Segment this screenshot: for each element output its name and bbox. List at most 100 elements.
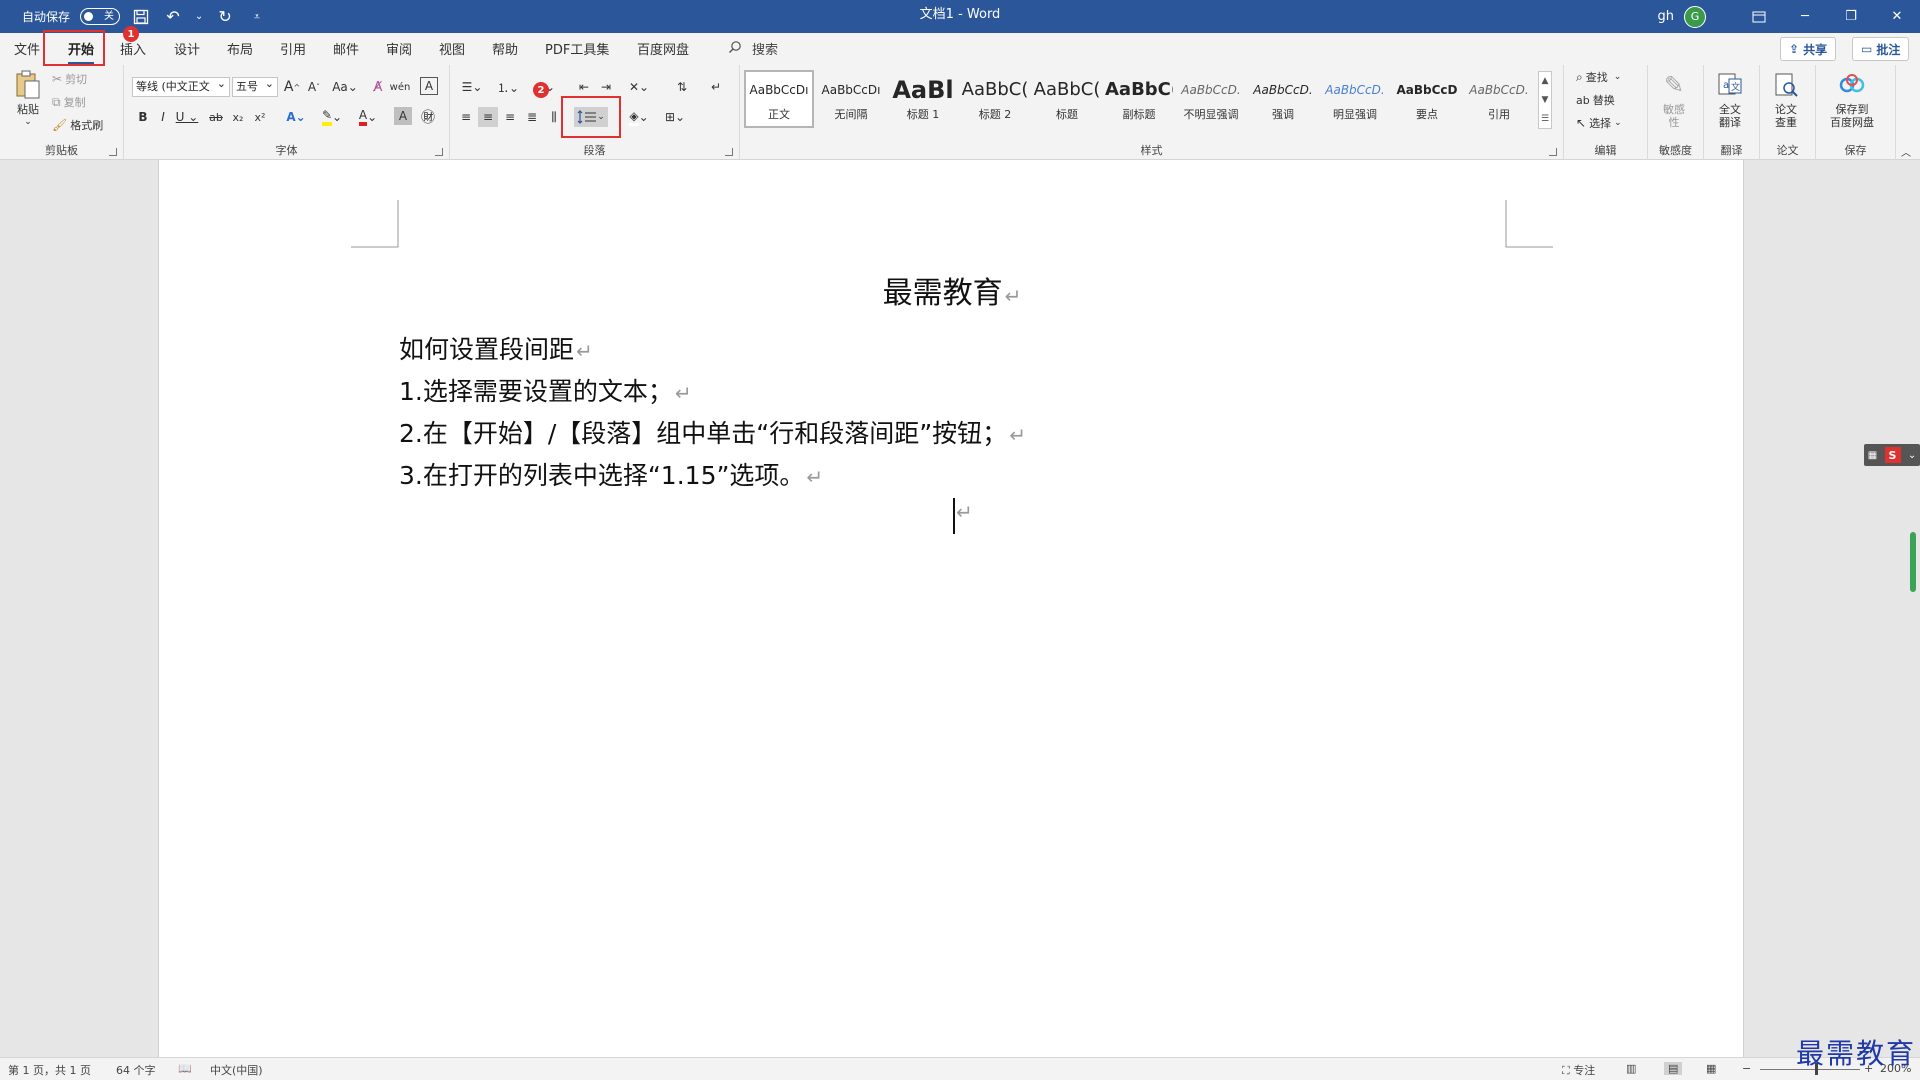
web-layout-icon[interactable]: ▦ (1706, 1062, 1716, 1075)
paste-button[interactable]: 粘贴 ⌄ (12, 69, 44, 129)
highlight-color-icon[interactable]: ✎ ⌄ (318, 107, 346, 127)
document-page[interactable]: 最需教育 ↵ 如何设置段间距 ↵ 1.选择需要设置的文本； ↵ 2.在【开始】/【段落… (158, 160, 1744, 1057)
sort-icon[interactable]: ⇅ (672, 77, 692, 97)
style-subtitle[interactable]: AaBbC( 副标题 (1104, 70, 1174, 128)
comments-button[interactable]: ▭ 批注 (1852, 37, 1910, 61)
proofing-icon[interactable]: 📖 (178, 1062, 192, 1075)
clipboard-dialog-launcher[interactable] (109, 148, 117, 156)
read-mode-icon[interactable]: ▥ (1626, 1062, 1636, 1075)
redo-icon[interactable]: ↻ (214, 6, 236, 28)
increase-indent-icon[interactable]: ⇥ (596, 77, 616, 97)
text-effects-icon[interactable]: A⌄ (282, 107, 310, 127)
tab-baidu-netdisk[interactable]: 百度网盘 (637, 39, 689, 61)
align-center-icon[interactable]: ≡ (478, 107, 498, 127)
show-formatting-icon[interactable]: ↵ (706, 77, 726, 97)
paste-dropdown-icon[interactable]: ⌄ (24, 116, 32, 129)
customize-toolbar-icon[interactable]: ⩡ (246, 6, 268, 28)
shading-icon[interactable]: ◈ ⌄ (624, 107, 654, 127)
font-dialog-launcher[interactable] (435, 148, 443, 156)
tab-review[interactable]: 审阅 (386, 39, 412, 61)
restore-icon[interactable]: ❐ (1828, 0, 1874, 33)
autosave-toggle[interactable]: 关 (80, 8, 121, 25)
character-shading-icon[interactable]: A (394, 107, 412, 125)
gallery-more-icon[interactable]: ☰ (1541, 114, 1549, 124)
style-gallery-scroll[interactable]: ▲ ▼ ☰ (1538, 71, 1552, 129)
paragraph-dialog-launcher[interactable] (725, 148, 733, 156)
decrease-indent-icon[interactable]: ⇤ (574, 77, 594, 97)
avatar[interactable]: G (1684, 5, 1706, 28)
focus-mode-button[interactable]: ⛶ 专注 (1562, 1062, 1595, 1078)
vertical-scrollbar-thumb[interactable] (1910, 532, 1916, 592)
phonetic-guide-icon[interactable]: wén (390, 77, 411, 97)
tab-home[interactable]: 开始 (68, 39, 95, 65)
paper-check-button[interactable]: 论文 查重 (1770, 69, 1802, 129)
character-border-icon[interactable]: A (420, 77, 438, 95)
copy-button[interactable]: ⧉ 复制 (52, 94, 86, 110)
document-line-1[interactable]: 如何设置段间距 ↵ (399, 330, 593, 366)
share-button[interactable]: ⇪ 共享 (1780, 37, 1837, 61)
subscript-icon[interactable]: x₂ (228, 107, 248, 127)
style-emphasis[interactable]: AaBbCcD. 强调 (1248, 70, 1318, 128)
format-painter-button[interactable]: 🖌 格式刷 (52, 117, 103, 133)
page-count[interactable]: 第 1 页，共 1 页 (8, 1062, 91, 1078)
grow-font-icon[interactable]: A ^ (282, 77, 302, 97)
print-layout-icon[interactable]: ▤ (1664, 1062, 1683, 1075)
align-right-icon[interactable]: ≡ (500, 107, 520, 127)
bold-icon[interactable]: B (134, 107, 152, 127)
document-line-2[interactable]: 1.选择需要设置的文本； ↵ (399, 372, 692, 408)
shrink-font-icon[interactable]: Aˇ (304, 77, 324, 97)
find-button[interactable]: ⌕ 查找 ⌄ (1576, 69, 1621, 85)
font-size-select[interactable]: 五号 (232, 77, 278, 97)
document-heading[interactable]: 最需教育 ↵ (159, 268, 1745, 312)
italic-icon[interactable]: I (154, 107, 172, 127)
full-translate-button[interactable]: a文 全文 翻译 (1714, 69, 1746, 129)
underline-icon[interactable]: U ⌄ (174, 107, 200, 127)
distributed-icon[interactable]: ⫼ (544, 107, 564, 127)
gallery-up-icon[interactable]: ▲ (1542, 76, 1549, 86)
font-color-icon[interactable]: A ⌄ (354, 107, 382, 127)
change-case-icon[interactable]: Aa⌄ (330, 77, 360, 97)
tab-insert[interactable]: 插入 (120, 39, 146, 61)
document-line-3[interactable]: 2.在【开始】/【段落】组中单击“行和段落间距”按钮； ↵ (399, 414, 1026, 450)
user-name[interactable]: gh (1658, 9, 1675, 24)
style-heading-1[interactable]: AaBl 标题 1 (888, 70, 958, 128)
tab-pdf-tools[interactable]: PDF工具集 (545, 39, 609, 61)
style-normal[interactable]: AaBbCcDı 正文 (744, 70, 814, 128)
tab-file[interactable]: 文件 (14, 39, 40, 61)
align-left-icon[interactable]: ≡ (456, 107, 476, 127)
tab-view[interactable]: 视图 (439, 39, 465, 61)
undo-icon[interactable]: ↶ (162, 6, 184, 28)
numbering-icon[interactable]: ⒈⌄ (492, 77, 524, 97)
cut-button[interactable]: ✂ 剪切 (52, 71, 87, 87)
close-icon[interactable]: ✕ (1874, 0, 1920, 33)
clear-formatting-icon[interactable]: A̸ (368, 77, 388, 97)
superscript-icon[interactable]: x² (250, 107, 270, 127)
sensitivity-button[interactable]: ✎ 敏感 性 (1658, 69, 1690, 130)
bullets-icon[interactable]: ☰⌄ (456, 77, 488, 97)
style-heading-2[interactable]: AaBbC( 标题 2 (960, 70, 1030, 128)
font-name-select[interactable]: 等线 (中文正文 (132, 77, 230, 97)
input-method-toolbar[interactable]: ▦ S ⌄ (1864, 444, 1920, 466)
style-no-spacing[interactable]: AaBbCcDı 无间隔 (816, 70, 886, 128)
save-to-baidu-button[interactable]: 保存到 百度网盘 (1830, 69, 1874, 129)
style-intense-emphasis[interactable]: AaBbCcD. 明显强调 (1320, 70, 1390, 128)
minimize-icon[interactable]: ─ (1782, 0, 1828, 33)
style-title[interactable]: AaBbC( 标题 (1032, 70, 1102, 128)
replace-button[interactable]: ab 替换 (1576, 92, 1615, 108)
zoom-out-icon[interactable]: − (1742, 1062, 1751, 1075)
tab-mailings[interactable]: 邮件 (333, 39, 359, 61)
search-box[interactable]: 搜索 (728, 39, 778, 58)
undo-dropdown-icon[interactable]: ⌄ (194, 6, 204, 28)
style-subtle-emphasis[interactable]: AaBbCcD. 不明显强调 (1176, 70, 1246, 128)
select-button[interactable]: ↖ 选择 ⌄ (1576, 115, 1622, 131)
tab-design[interactable]: 设计 (174, 39, 200, 61)
language-status[interactable]: 中文(中国) (210, 1062, 263, 1078)
style-quote[interactable]: AaBbCcD. 引用 (1464, 70, 1534, 128)
style-strong[interactable]: AaBbCcD 要点 (1392, 70, 1462, 128)
styles-dialog-launcher[interactable] (1549, 148, 1557, 156)
ribbon-display-options-icon[interactable] (1736, 0, 1782, 33)
enclose-characters-icon[interactable]: ㊖ (418, 107, 438, 127)
chinese-layout-icon[interactable]: ✕⌄ (624, 77, 654, 97)
line-paragraph-spacing-button[interactable]: ⌄ (574, 107, 608, 127)
save-icon[interactable] (130, 6, 152, 28)
